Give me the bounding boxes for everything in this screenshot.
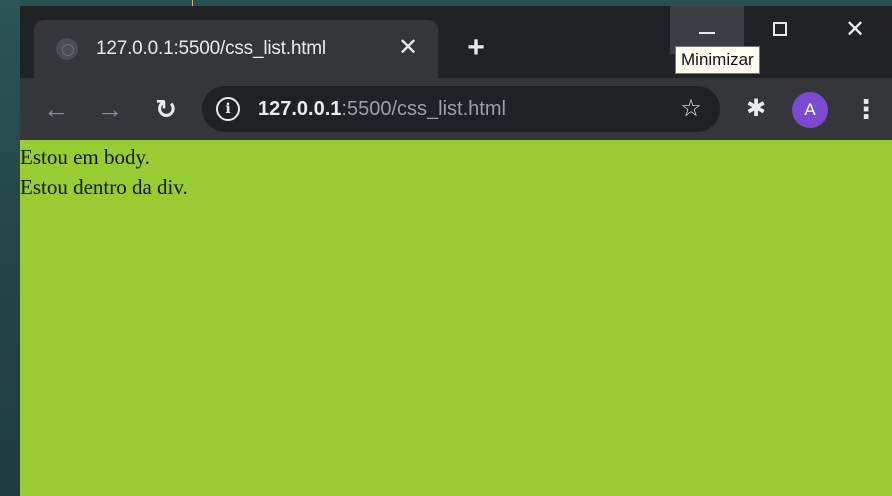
puzzle-icon[interactable]: ✱ [738,91,774,127]
close-window-button[interactable]: ✕ [818,6,892,54]
desktop-background-left [0,0,20,496]
star-icon[interactable]: ☆ [676,94,706,124]
body-text: Estou em body. [20,145,150,169]
close-icon: ✕ [844,16,866,43]
close-icon[interactable]: ✕ [396,36,420,60]
minimize-icon [699,32,715,34]
url-host: 127.0.0.1 [258,98,342,120]
url-text[interactable]: 127.0.0.1:5500/css_list.html [258,86,506,132]
maximize-icon [773,22,787,36]
globe-icon [56,38,78,60]
tab-strip: 127.0.0.1:5500/css_list.html ✕ + ✕ Minim… [20,6,892,78]
arrow-right-icon[interactable]: → [92,91,128,127]
minimize-tooltip: Minimizar [675,46,760,74]
plus-icon[interactable]: + [460,32,492,64]
tab-title: 127.0.0.1:5500/css_list.html [96,38,326,59]
browser-window: 127.0.0.1:5500/css_list.html ✕ + ✕ Minim… [20,6,892,496]
div-text: Estou dentro da div. [20,175,188,199]
avatar[interactable]: A [792,92,828,128]
page-content: Estou em body. Estou dentro da div. [20,140,892,496]
url-path: :5500/css_list.html [341,98,506,120]
tab-css-list[interactable]: 127.0.0.1:5500/css_list.html ✕ [34,20,438,78]
arrow-left-icon[interactable]: ← [38,91,74,127]
address-bar[interactable]: i 127.0.0.1:5500/css_list.html ☆ [202,86,720,132]
info-icon[interactable]: i [216,97,240,121]
browser-toolbar: ← → ↻ i 127.0.0.1:5500/css_list.html ☆ ✱… [20,78,892,140]
reload-icon[interactable]: ↻ [148,91,184,127]
kebab-menu-icon[interactable]: ⋮ [848,91,884,127]
